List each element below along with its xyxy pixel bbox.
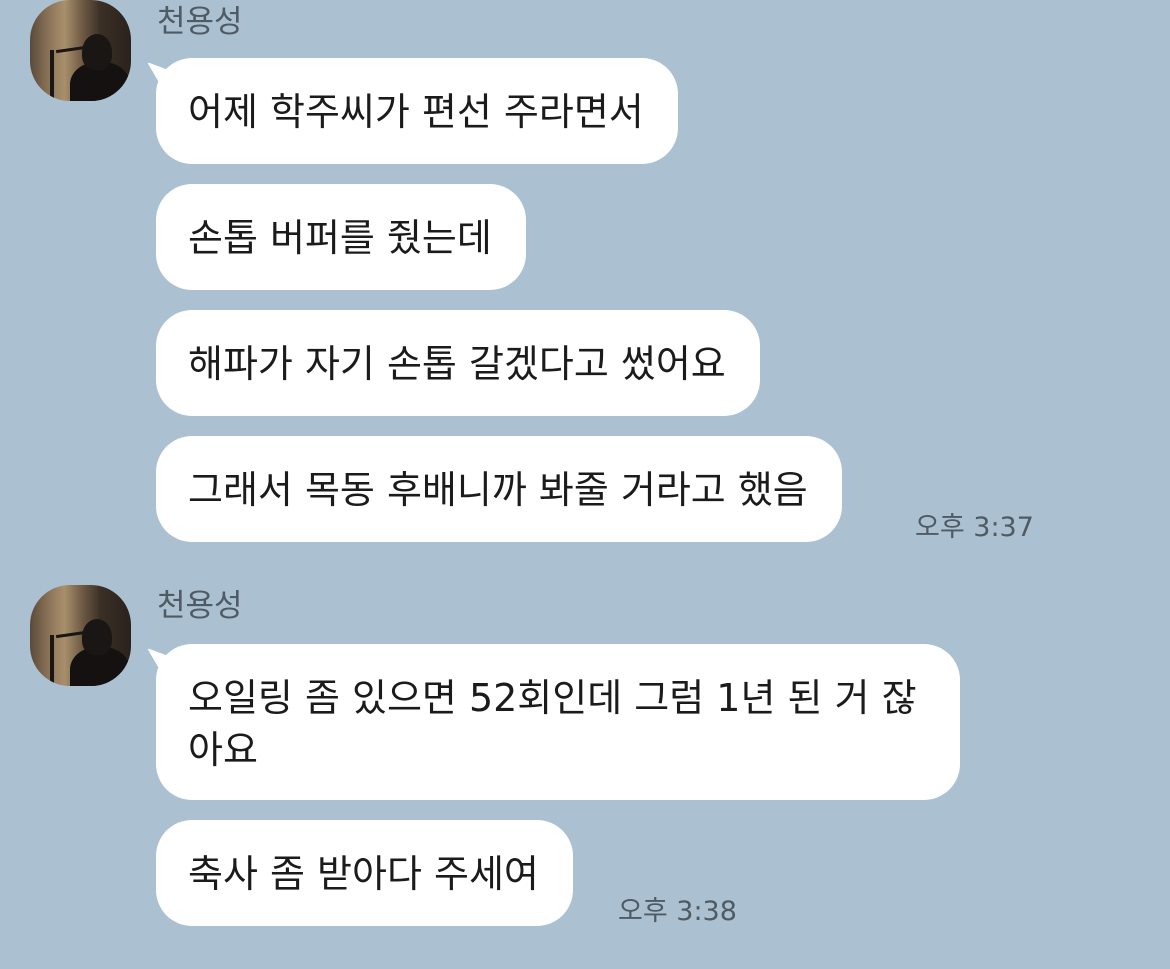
sender-name: 천용성 (157, 4, 243, 40)
person-head-shape (82, 619, 112, 655)
message-bubble[interactable]: 축사 좀 받아다 주세여 (156, 820, 573, 926)
sender-avatar[interactable] (30, 0, 131, 101)
sender-avatar[interactable] (30, 585, 131, 686)
message-bubble[interactable]: 어제 학주씨가 편선 주라면서 (156, 58, 678, 164)
message-bubble[interactable]: 그래서 목동 후배니까 봐줄 거라고 했음 (156, 436, 842, 542)
person-head-shape (82, 34, 112, 70)
sender-name: 천용성 (157, 588, 243, 624)
message-timestamp: 오후 3:37 (915, 512, 1034, 543)
mic-stand-shape (50, 635, 54, 685)
message-bubble[interactable]: 손톱 버퍼를 줬는데 (156, 184, 526, 290)
mic-stand-shape (50, 50, 54, 100)
message-bubble[interactable]: 오일링 좀 있으면 52회인데 그럼 1년 된 거 잖아요 (156, 644, 960, 800)
message-bubble[interactable]: 해파가 자기 손톱 갈겠다고 썼어요 (156, 310, 760, 416)
message-timestamp: 오후 3:38 (618, 896, 737, 927)
